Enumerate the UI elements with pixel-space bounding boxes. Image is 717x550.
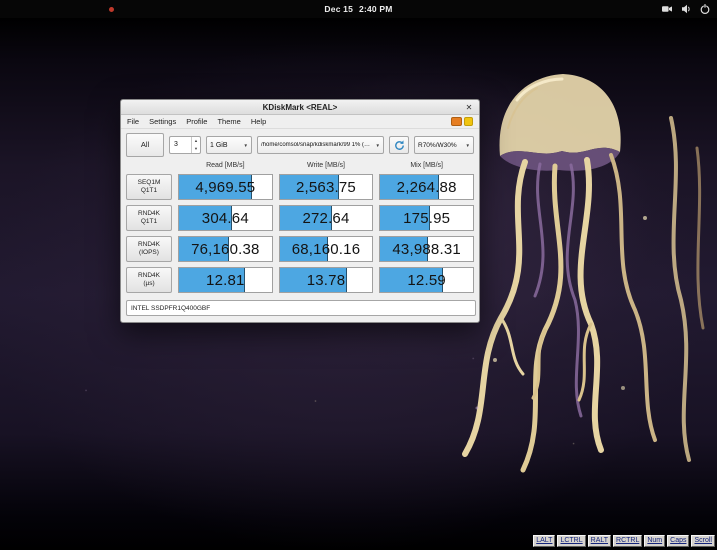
volume-icon[interactable] <box>680 3 692 15</box>
result-bar-mix: 175.95 <box>379 205 474 231</box>
column-header-read: Read [MB/s] <box>178 162 273 169</box>
kdiskmark-window: KDiskMark <REAL> ✕ File Settings Profile… <box>120 99 480 323</box>
run-all-button[interactable]: All <box>126 133 164 157</box>
result-bar-read: 304.64 <box>178 205 273 231</box>
chevron-down-icon: ▼ <box>376 143 380 148</box>
test-button-rnd4k-q1t1[interactable]: RND4K Q1T1 <box>126 205 172 231</box>
result-value: 4,969.55 <box>179 175 272 199</box>
clock[interactable]: Dec 15 2:40 PM <box>324 4 392 14</box>
key-indicator-lalt[interactable]: LALT <box>533 535 555 547</box>
result-value: 13.78 <box>280 268 373 292</box>
result-bar-mix: 2,264.88 <box>379 174 474 200</box>
spinner-down-icon[interactable]: ▼ <box>192 145 200 153</box>
refresh-icon <box>394 140 405 151</box>
power-icon[interactable] <box>699 3 711 15</box>
key-indicator-num[interactable]: Num <box>644 535 665 547</box>
menu-help[interactable]: Help <box>251 117 266 126</box>
camera-icon[interactable] <box>661 3 673 15</box>
loop-count-spinner[interactable]: 3 ▲▼ <box>169 136 201 154</box>
result-value: 2,563.75 <box>280 175 373 199</box>
chevron-down-icon: ▼ <box>244 143 248 148</box>
menubar-status-icons <box>451 117 473 126</box>
test-size-value: 1 GiB <box>210 142 228 149</box>
mix-ratio-select[interactable]: R70%/W30% ▼ <box>414 136 474 154</box>
mix-ratio-value: R70%/W30% <box>418 142 457 149</box>
benchmark-row-rnd4k-q1t1: RND4K Q1T1 304.64 272.64 175.95 <box>121 205 479 231</box>
loop-count-value: 3 <box>170 137 191 153</box>
test-button-rnd4k-iops[interactable]: RND4K (IOPS) <box>126 236 172 262</box>
result-bar-read: 76,160.38 <box>178 236 273 262</box>
chevron-down-icon: ▼ <box>466 143 470 148</box>
menu-file[interactable]: File <box>127 117 139 126</box>
menu-bar: File Settings Profile Theme Help <box>121 115 479 129</box>
result-value: 12.81 <box>179 268 272 292</box>
result-value: 175.95 <box>380 206 473 230</box>
key-indicator-scroll[interactable]: Scroll <box>691 535 715 547</box>
benchmark-row-seq1m-q1t1: SEQ1M Q1T1 4,969.55 2,563.75 2,264.88 <box>121 174 479 200</box>
result-value: 272.64 <box>280 206 373 230</box>
window-titlebar[interactable]: KDiskMark <REAL> ✕ <box>121 100 479 115</box>
key-indicator-lctrl[interactable]: LCTRL <box>557 535 585 547</box>
device-name-field[interactable] <box>126 300 476 316</box>
column-header-write: Write [MB/s] <box>279 162 374 169</box>
clock-time: 2:40 PM <box>359 4 393 14</box>
target-drive-select[interactable]: /home/comsol/snap/kdiskmark/99 1% (7.25/… <box>257 136 384 154</box>
status-badge-icon[interactable] <box>464 117 473 126</box>
test-size-select[interactable]: 1 GiB ▼ <box>206 136 252 154</box>
target-drive-value: /home/comsol/snap/kdiskmark/99 1% (7.25/… <box>261 142 373 148</box>
spinner-up-icon[interactable]: ▲ <box>192 137 200 145</box>
result-value: 2,264.88 <box>380 175 473 199</box>
keyboard-indicators: LALT LCTRL RALT RCTRL Num Caps Scroll <box>533 535 715 547</box>
benchmark-row-rnd4k-latency: RND4K (µs) 12.81 13.78 12.59 <box>121 267 479 293</box>
spinner-arrows[interactable]: ▲▼ <box>191 137 200 153</box>
result-bar-write: 13.78 <box>279 267 374 293</box>
result-bar-read: 4,969.55 <box>178 174 273 200</box>
menu-settings[interactable]: Settings <box>149 117 176 126</box>
system-tray[interactable] <box>661 0 711 18</box>
toolbar: All 3 ▲▼ 1 GiB ▼ /home/comsol/snap/kdisk… <box>121 129 479 159</box>
test-button-seq1m-q1t1[interactable]: SEQ1M Q1T1 <box>126 174 172 200</box>
result-bar-read: 12.81 <box>178 267 273 293</box>
result-value: 76,160.38 <box>179 237 272 261</box>
result-bar-mix: 12.59 <box>379 267 474 293</box>
key-indicator-ralt[interactable]: RALT <box>588 535 611 547</box>
result-value: 12.59 <box>380 268 473 292</box>
result-value: 68,160.16 <box>280 237 373 261</box>
result-bar-write: 2,563.75 <box>279 174 374 200</box>
update-badge-icon[interactable] <box>451 117 462 126</box>
menu-profile[interactable]: Profile <box>186 117 207 126</box>
clock-date: Dec 15 <box>324 4 353 14</box>
column-headers: Read [MB/s] Write [MB/s] Mix [MB/s] <box>121 162 479 169</box>
refresh-button[interactable] <box>389 136 409 154</box>
test-button-rnd4k-latency[interactable]: RND4K (µs) <box>126 267 172 293</box>
key-indicator-rctrl[interactable]: RCTRL <box>613 535 642 547</box>
result-bar-mix: 43,988.31 <box>379 236 474 262</box>
window-title: KDiskMark <REAL> <box>263 103 338 112</box>
column-header-mix: Mix [MB/s] <box>379 162 474 169</box>
close-button[interactable]: ✕ <box>463 102 475 113</box>
result-bar-write: 272.64 <box>279 205 374 231</box>
key-indicator-caps[interactable]: Caps <box>667 535 689 547</box>
result-bar-write: 68,160.16 <box>279 236 374 262</box>
benchmark-row-rnd4k-iops: RND4K (IOPS) 76,160.38 68,160.16 43,988.… <box>121 236 479 262</box>
menu-theme[interactable]: Theme <box>217 117 240 126</box>
top-panel: Dec 15 2:40 PM <box>0 0 717 18</box>
result-value: 304.64 <box>179 206 272 230</box>
result-value: 43,988.31 <box>380 237 473 261</box>
recording-indicator-icon <box>109 7 114 12</box>
